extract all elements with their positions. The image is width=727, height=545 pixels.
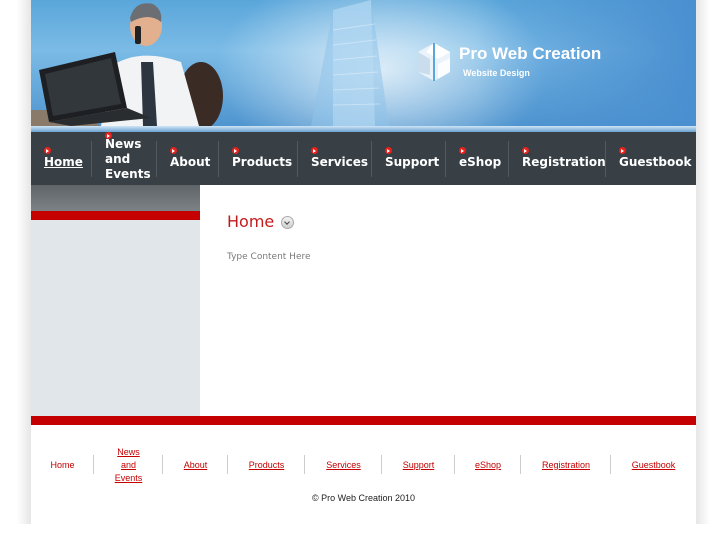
page-title: Home xyxy=(227,212,275,231)
nav-item-label: Products xyxy=(232,155,293,169)
main-content: Home Type Content Here xyxy=(200,185,696,416)
footer-link-services[interactable]: Services xyxy=(305,445,382,485)
footer-link-label[interactable]: About xyxy=(184,459,208,472)
nav-bullet-icon xyxy=(44,147,51,154)
nav-item-support[interactable]: Support xyxy=(372,132,446,185)
nav-item-products[interactable]: Products xyxy=(219,132,298,185)
footer-nav: Home News and Events About Products Serv… xyxy=(31,445,696,485)
header-banner: Pro Web Creation Website Design xyxy=(31,0,696,126)
sidebar-accent-bar xyxy=(31,211,200,220)
footer-link-label[interactable]: Registration xyxy=(542,459,590,472)
footer-link-guestbook[interactable]: Guestbook xyxy=(611,445,696,485)
footer-link-eshop[interactable]: eShop xyxy=(455,445,521,485)
businessman-illustration xyxy=(31,3,223,126)
nav-item-label: About xyxy=(170,155,211,169)
nav-item-guestbook[interactable]: Guestbook xyxy=(606,132,696,185)
footer-link-about[interactable]: About xyxy=(163,445,228,485)
page-shadow-right xyxy=(696,0,710,524)
footer-link-registration[interactable]: Registration xyxy=(521,445,611,485)
page-shadow-left xyxy=(17,0,31,524)
nav-bullet-icon xyxy=(232,147,239,154)
brand-title: Pro Web Creation xyxy=(459,44,602,63)
footer-link-news-and-events[interactable]: News and Events xyxy=(94,445,163,485)
nav-bullet-icon xyxy=(619,147,626,154)
sidebar xyxy=(31,185,200,416)
brand-subtitle: Website Design xyxy=(463,68,530,78)
nav-item-eshop[interactable]: eShop xyxy=(446,132,509,185)
main-nav: Home News and Events About Products Serv… xyxy=(31,132,696,185)
nav-item-label: Guestbook xyxy=(619,155,692,169)
nav-item-label: Support xyxy=(385,155,440,169)
nav-bullet-icon xyxy=(522,147,529,154)
nav-item-label: Registration xyxy=(522,155,606,169)
nav-item-registration[interactable]: Registration xyxy=(509,132,606,185)
nav-item-services[interactable]: Services xyxy=(298,132,372,185)
footer-link-label[interactable]: News and Events xyxy=(114,446,144,485)
brand[interactable]: Pro Web Creation Website Design xyxy=(416,42,616,82)
page-container: Pro Web Creation Website Design Home New… xyxy=(31,0,696,524)
footer-link-support[interactable]: Support xyxy=(382,445,455,485)
footer-accent-bar xyxy=(31,416,696,425)
footer-link-products[interactable]: Products xyxy=(228,445,305,485)
footer-link-label[interactable]: eShop xyxy=(475,459,501,472)
brand-logo-icon xyxy=(418,43,450,81)
copyright-text: © Pro Web Creation 2010 xyxy=(311,493,416,503)
nav-item-label: eShop xyxy=(459,155,502,169)
footer-link-label[interactable]: Support xyxy=(403,459,435,472)
chevron-down-icon[interactable] xyxy=(281,216,294,229)
nav-bullet-icon xyxy=(105,132,112,139)
nav-bullet-icon xyxy=(311,147,318,154)
footer-link-label[interactable]: Home xyxy=(50,459,74,472)
nav-bullet-icon xyxy=(459,147,466,154)
content-text: Type Content Here xyxy=(227,252,311,262)
nav-item-about[interactable]: About xyxy=(157,132,219,185)
nav-item-label: Home xyxy=(44,155,83,169)
footer-link-label[interactable]: Guestbook xyxy=(632,459,676,472)
sidebar-header xyxy=(31,185,200,211)
nav-item-home[interactable]: Home xyxy=(31,132,92,185)
footer-link-label[interactable]: Services xyxy=(326,459,361,472)
footer: Home News and Events About Products Serv… xyxy=(31,425,696,524)
footer-link-label[interactable]: Products xyxy=(249,459,285,472)
footer-link-home[interactable]: Home xyxy=(31,445,94,485)
nav-bullet-icon xyxy=(170,147,177,154)
nav-item-news-and-events[interactable]: News and Events xyxy=(92,132,157,185)
nav-bullet-icon xyxy=(385,147,392,154)
nav-item-label: Services xyxy=(311,155,369,169)
nav-item-label: News and Events xyxy=(105,137,151,181)
